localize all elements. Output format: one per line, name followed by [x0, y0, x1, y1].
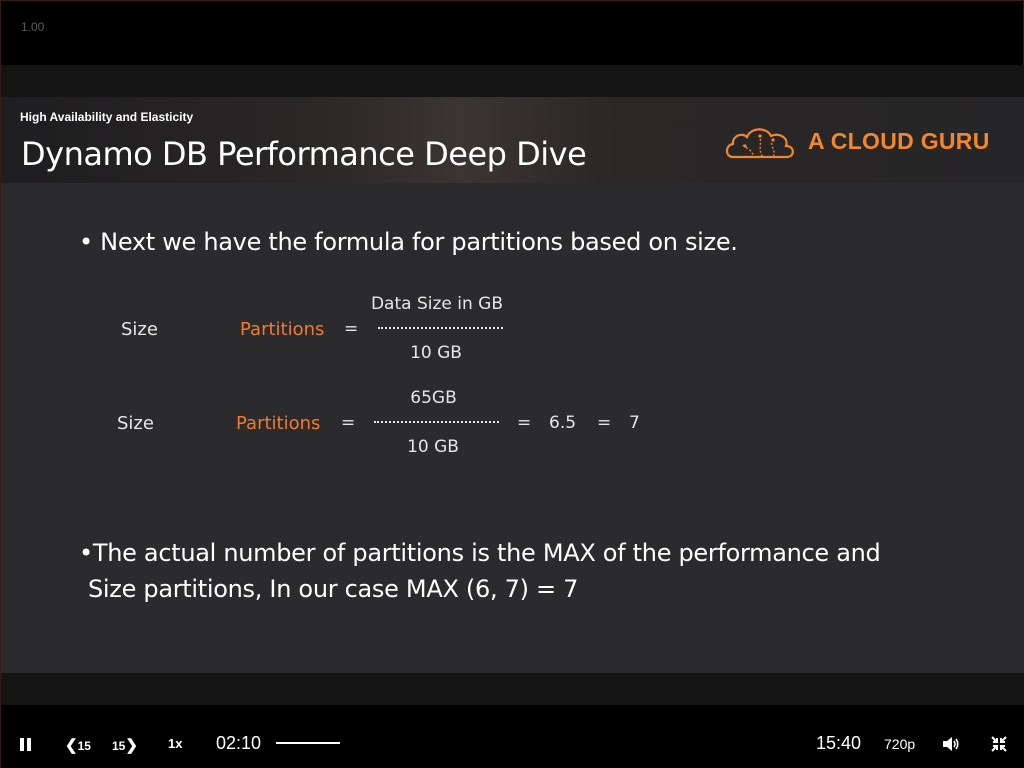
formula1-equals: =	[344, 319, 359, 339]
letterbox-bottom	[1, 673, 1024, 705]
formula1-partitions-label: Partitions	[240, 319, 325, 340]
player-controls-bar: ❮15 15❯ 1x 02:10 15:40 720p	[1, 705, 1024, 768]
formula2-fraction-line	[374, 421, 499, 423]
bullet-point-2-line-1: •The actual number of partitions is the …	[79, 539, 881, 567]
slide-header: High Availability and Elasticity Dynamo …	[1, 97, 1024, 183]
brand-logo: A CLOUD GURU	[723, 119, 1003, 165]
formula2-equals-2: =	[517, 413, 532, 433]
bullet-point-2-line-2: Size partitions, In our case MAX (6, 7) …	[88, 575, 579, 603]
bullet-point-1: • Next we have the formula for partition…	[79, 228, 738, 256]
volume-icon[interactable]	[942, 736, 960, 752]
progress-bar[interactable]	[276, 742, 340, 744]
playback-rate-button[interactable]: 1x	[168, 736, 182, 751]
formula2-equals: =	[341, 413, 356, 433]
exit-fullscreen-icon[interactable]	[991, 736, 1007, 752]
formula2-denominator: 10 GB	[407, 437, 459, 457]
formula1-numerator: Data Size in GB	[370, 294, 504, 314]
letterbox-top	[1, 65, 1024, 97]
formula2-equals-3: =	[597, 413, 612, 433]
rewind-label: 15	[77, 739, 91, 753]
slide-frame: High Availability and Elasticity Dynamo …	[1, 97, 1024, 673]
formula2-size-label: Size	[117, 413, 154, 434]
formula1-fraction-line	[378, 327, 503, 329]
formula2-partitions-label: Partitions	[236, 413, 321, 434]
formula1-size-label: Size	[121, 319, 158, 340]
playback-speed-indicator: 1.00	[21, 20, 45, 34]
total-duration: 15:40	[816, 733, 862, 753]
formula2-rounded-result: 7	[629, 413, 640, 433]
cloud-logo-icon	[725, 128, 794, 159]
slide-title: Dynamo DB Performance Deep Dive	[21, 135, 587, 173]
slide-subtitle: High Availability and Elasticity	[20, 110, 194, 124]
chevron-left-icon: ❮	[65, 737, 78, 754]
quality-button[interactable]: 720p	[884, 736, 915, 752]
current-time: 02:10	[216, 733, 262, 753]
rewind-15-button[interactable]: ❮15	[65, 736, 91, 754]
pause-icon[interactable]	[20, 738, 32, 751]
video-player[interactable]: 1.00 High Availability and Elasticity Dy…	[0, 0, 1024, 768]
chevron-right-icon: ❯	[125, 737, 138, 754]
bullet-point-2: •The actual number of partitions is the …	[79, 535, 881, 607]
formula1-denominator: 10 GB	[410, 343, 462, 363]
logo-text: A CLOUD GURU	[808, 128, 990, 154]
formula2-numerator: 65GB	[410, 388, 457, 408]
forward-15-button[interactable]: 15❯	[112, 736, 138, 754]
forward-label: 15	[112, 739, 126, 753]
formula2-result: 6.5	[549, 413, 577, 433]
